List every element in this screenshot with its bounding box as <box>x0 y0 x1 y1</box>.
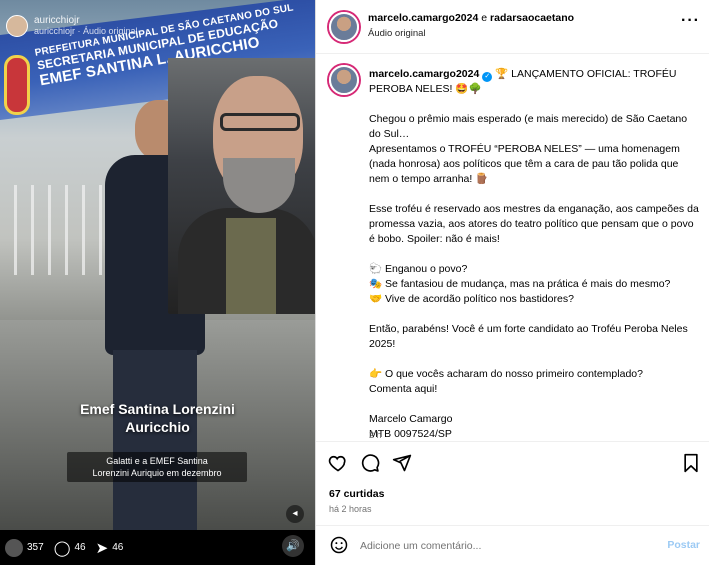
caption-area[interactable]: marcelo.camargo2024 ✓ 🏆 LANÇAMENTO OFICI… <box>316 55 709 440</box>
post-details: marcelo.camargo2024 e radarsaocaetano Áu… <box>315 0 709 565</box>
comment-box: Postar <box>316 525 709 565</box>
reel-likes-count: 357 <box>27 542 44 553</box>
collaborator-username[interactable]: radarsaocaetano <box>490 12 574 24</box>
emoji-icon[interactable] <box>330 536 348 554</box>
author-avatar[interactable] <box>329 12 359 42</box>
reel-shares-count: 46 <box>112 542 124 553</box>
post-header: marcelo.camargo2024 e radarsaocaetano Áu… <box>316 0 709 54</box>
reel-comments-count: 46 <box>74 542 86 553</box>
comment-icon[interactable] <box>360 453 380 473</box>
action-bar: 67 curtidas há 2 horas <box>316 441 709 521</box>
reel-audio-label[interactable]: auricchiojr · Áudio original <box>34 26 138 36</box>
volume-icon[interactable]: 🔊 <box>282 535 304 557</box>
reel-author[interactable]: auricchiojr auricchiojr · Áudio original <box>6 15 138 37</box>
post-time[interactable]: há 2 horas <box>329 504 372 514</box>
caption-username[interactable]: marcelo.camargo2024 <box>369 68 479 80</box>
reel-author-name[interactable]: auricchiojr <box>34 15 138 26</box>
user-icon <box>5 538 23 557</box>
caption-time: 2 h <box>369 430 382 440</box>
likes-count[interactable]: 67 curtidas <box>329 488 384 500</box>
city-crest <box>4 55 30 115</box>
verified-icon: ✓ <box>482 72 493 82</box>
heart-icon[interactable] <box>328 453 348 473</box>
bookmark-icon[interactable] <box>682 453 700 473</box>
mute-icon[interactable]: ◂ <box>286 505 304 523</box>
share-icon[interactable] <box>392 453 412 473</box>
author-username[interactable]: marcelo.camargo2024 <box>368 12 478 24</box>
video-overlay-title: Emef Santina Lorenzini Auricchio <box>80 401 235 435</box>
media-panel[interactable]: PREFEITURA MUNICIPAL DE SÃO CAETANO DO S… <box>0 0 315 565</box>
reel-author-avatar[interactable] <box>6 15 28 37</box>
caption-text: marcelo.camargo2024 ✓ 🏆 LANÇAMENTO OFICI… <box>369 68 699 440</box>
comment-icon[interactable]: ◯ <box>54 539 71 557</box>
author-names: marcelo.camargo2024 e radarsaocaetano <box>368 12 575 24</box>
caption-avatar[interactable] <box>329 65 359 95</box>
more-options-icon[interactable]: ··· <box>681 12 700 30</box>
video-subtitle: Galatti e a EMEF Santina Lorenzini Auriq… <box>67 452 247 482</box>
post-comment-button[interactable]: Postar <box>667 539 700 551</box>
comment-input[interactable] <box>360 537 650 555</box>
share-icon[interactable]: ➤ <box>96 539 109 557</box>
video-frame[interactable]: PREFEITURA MUNICIPAL DE SÃO CAETANO DO S… <box>0 0 315 530</box>
audio-link[interactable]: Áudio original <box>368 28 426 39</box>
reel-stats-bar: 357 ◯ 46 ➤ 46 <box>0 530 315 565</box>
picture-in-picture-video <box>168 58 315 314</box>
